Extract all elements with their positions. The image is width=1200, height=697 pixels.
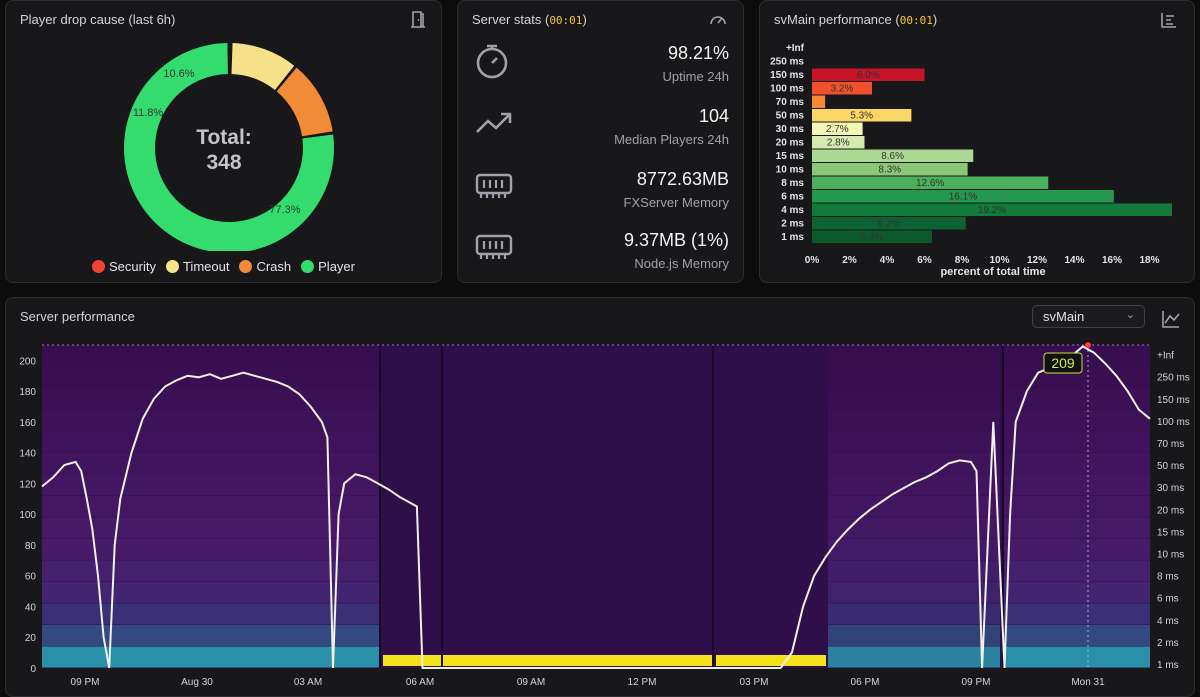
server-perf-card: Server performance [5, 297, 1195, 697]
player-drop-card: Player drop cause (last 6h) Total: 348 1… [5, 0, 442, 283]
legend-label: Crash [256, 259, 292, 274]
stat-label: Node.js Memory [634, 256, 729, 271]
hbar-x-tick: 14% [1064, 255, 1084, 266]
stat-value: 9.37MB (1%) [623, 230, 729, 250]
hbar-x-tick: 18% [1139, 255, 1159, 266]
hbar-x-tick: 4% [880, 255, 895, 266]
hbar-value-label: 2.7% [826, 124, 849, 135]
hbar-value-label: 3.2% [831, 84, 854, 95]
hbar-xlabel: percent of total time [940, 266, 1045, 278]
server-stats-title-text: Server stats [472, 12, 542, 27]
hbar-x-tick: 0% [805, 255, 820, 266]
legend-label: Player [318, 259, 355, 274]
legend-item-player[interactable]: Player [301, 259, 355, 274]
slice-label-player: 77.3% [269, 204, 300, 216]
hbar-bar[interactable] [812, 95, 826, 109]
hbar-value-label: 8.3% [878, 165, 901, 176]
hbar-category-label: 2 ms [781, 219, 804, 230]
metric-select-value: svMain [1043, 309, 1085, 324]
hbar-x-tick: 10% [989, 255, 1009, 266]
legend-item-timeout[interactable]: Timeout [165, 259, 230, 274]
player-drop-donut: Total: 348 10.6% 11.8% 77.3% [124, 43, 334, 251]
stat-label: Median Players 24h [614, 132, 729, 147]
hbar-value-label: 6.4% [861, 232, 884, 243]
memory-chip-icon [474, 228, 514, 269]
hbar-category-label: 70 ms [776, 97, 805, 108]
legend-swatch [239, 260, 253, 273]
hbar-category-label: 8 ms [781, 178, 804, 189]
hbar-category-label: 100 ms [770, 84, 804, 95]
gauge-icon[interactable] [708, 10, 728, 35]
hbar-value-label: 2.8% [827, 138, 850, 149]
trending-up-icon [474, 104, 514, 145]
stopwatch-icon [474, 41, 510, 86]
stat-value: 8772.63MB [636, 169, 729, 189]
hbar-category-label: 1 ms [781, 232, 804, 243]
hbar-value-label: 8.2% [877, 219, 900, 230]
legend-swatch [165, 260, 179, 273]
stat-nodejs-memory: 9.37MB (1%) Node.js Memory [458, 220, 743, 280]
svmain-histogram: +Inf 250 ms 150 ms 6.0% 100 ms 3.2% 70 ms 50 ms… [770, 43, 1172, 278]
slice-label-timeout: 10.6% [163, 68, 194, 80]
hbar-x-tick: 2% [842, 255, 857, 266]
legend-label: Timeout [182, 259, 230, 274]
slice-label-crash: 11.8% [133, 107, 164, 119]
metric-select[interactable]: svMain ⌄ [1032, 305, 1145, 328]
stat-label: FXServer Memory [623, 195, 729, 210]
hbar-value-label: 8.6% [881, 151, 904, 162]
stat-uptime: 98.21% Uptime 24h [458, 33, 743, 93]
server-stats-title: Server stats (00:01) [472, 12, 587, 27]
stat-value: 98.21% [667, 43, 729, 63]
hbar-x-tick: 12% [1027, 255, 1047, 266]
hbar-category-label: 20 ms [776, 138, 805, 149]
hbar-value-label: 16.1% [949, 192, 977, 203]
hbar-x-tick: 8% [955, 255, 970, 266]
hbar-category-label: +Inf [786, 43, 805, 54]
chevron-down-icon: ⌄ [1125, 309, 1135, 321]
hbar-value-label: 6.0% [857, 70, 880, 81]
stat-median-players: 104 Median Players 24h [458, 96, 743, 156]
donut-slice-crash[interactable] [276, 67, 333, 137]
hbar-category-label: 250 ms [770, 57, 804, 68]
legend-item-security[interactable]: Security [92, 259, 156, 274]
hbar-value-label: 19.2% [978, 205, 1006, 216]
hbar-category-label: 150 ms [770, 70, 804, 81]
server-stats-card: Server stats (00:01) 98.21% Uptime 24h 1… [457, 0, 744, 283]
hbar-category-label: 4 ms [781, 205, 804, 216]
legend-label: Security [109, 259, 156, 274]
hbar-value-label: 5.3% [850, 111, 873, 122]
legend-swatch [301, 260, 315, 273]
legend-swatch [92, 260, 105, 273]
donut-total-label: Total: [196, 126, 252, 149]
legend-item-crash[interactable]: Crash [239, 259, 291, 274]
hbar-value-label: 12.6% [916, 178, 944, 189]
hbar-x-tick: 6% [917, 255, 932, 266]
hbar-category-label: 10 ms [776, 165, 805, 176]
hbar-category-label: 50 ms [776, 111, 805, 122]
server-perf-title: Server performance [20, 309, 135, 324]
memory-chip-icon [474, 167, 514, 208]
hbar-category-label: 15 ms [776, 151, 805, 162]
line-chart-icon[interactable] [1160, 308, 1182, 335]
donut-total-value: 348 [206, 151, 241, 174]
stat-value: 104 [698, 106, 729, 126]
hbar-category-label: 30 ms [776, 124, 805, 135]
hbar-x-tick: 16% [1102, 255, 1122, 266]
donut-legend: Security Timeout Crash Player [6, 259, 441, 274]
stat-fxserver-memory: 8772.63MB FXServer Memory [458, 159, 743, 219]
svmain-perf-card: svMain performance (00:01) +Inf 250 ms 150… [759, 0, 1195, 283]
hbar-category-label: 6 ms [781, 192, 804, 203]
server-stats-timer: 00:01 [549, 14, 583, 27]
stat-label: Uptime 24h [662, 69, 729, 84]
